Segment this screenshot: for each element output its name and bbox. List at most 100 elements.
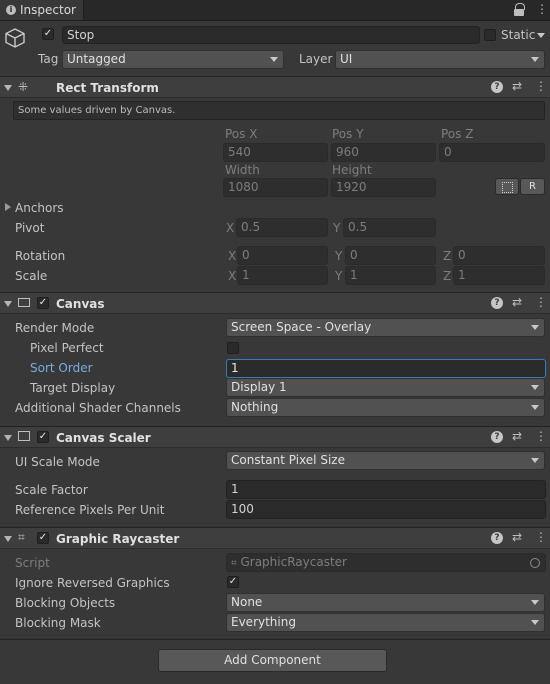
- blocking-mask-value: Everything: [231, 615, 296, 629]
- rot-x-field[interactable]: 0: [237, 246, 328, 265]
- sort-order-field[interactable]: 1: [226, 359, 546, 378]
- pivot-y-field[interactable]: 0.5: [343, 218, 436, 237]
- foldout-arrow-icon[interactable]: [4, 536, 12, 542]
- scale-factor-field[interactable]: 1: [226, 480, 546, 499]
- dotted-square-icon: [501, 182, 513, 193]
- add-component-button[interactable]: Add Component: [158, 649, 387, 672]
- gameobject-icon: [4, 27, 26, 52]
- pivot-y-axis: Y: [333, 221, 341, 235]
- presets-icon[interactable]: ⇄: [512, 295, 522, 309]
- help-icon[interactable]: ?: [491, 431, 503, 443]
- tag-value: Untagged: [67, 52, 126, 66]
- height-label: Height: [332, 163, 372, 177]
- add-component-label: Add Component: [224, 653, 321, 667]
- canvas-header[interactable]: ✓ Canvas ? ⇄ ⋮: [0, 292, 550, 314]
- foldout-arrow-icon[interactable]: [4, 435, 12, 441]
- tab-bar: i Inspector ⋮: [0, 0, 550, 21]
- chevron-down-icon: [531, 458, 539, 463]
- pos-x-field[interactable]: 540: [223, 143, 328, 162]
- blueprint-mode-button[interactable]: [495, 178, 519, 195]
- raw-edit-label: R: [529, 181, 536, 192]
- pixel-perfect-label: Pixel Perfect: [30, 341, 104, 355]
- driven-info-box: Some values driven by Canvas.: [13, 101, 545, 120]
- target-display-dropdown[interactable]: Display 1: [226, 378, 545, 397]
- blocking-objects-value: None: [231, 595, 263, 609]
- rot-z-field[interactable]: 0: [453, 246, 545, 265]
- object-name-field[interactable]: Stop: [62, 26, 480, 44]
- rot-x-axis: X: [228, 249, 237, 263]
- static-label[interactable]: Static: [501, 27, 535, 43]
- static-dropdown-caret[interactable]: [537, 33, 545, 38]
- ignore-reversed-checkbox[interactable]: ✓: [227, 576, 239, 588]
- scale-y-axis: Y: [335, 269, 343, 283]
- rot-y-field[interactable]: 0: [345, 246, 436, 265]
- blocking-mask-label: Blocking Mask: [15, 616, 101, 630]
- graphic-raycaster-title: Graphic Raycaster: [56, 532, 180, 546]
- static-checkbox[interactable]: [484, 29, 496, 41]
- render-mode-value: Screen Space - Overlay: [231, 320, 372, 334]
- canvas-scaler-header[interactable]: ✓ Canvas Scaler ? ⇄ ⋮: [0, 426, 550, 448]
- height-field[interactable]: 1920: [331, 178, 436, 197]
- graphic-raycaster-header[interactable]: ⌗ ✓ Graphic Raycaster ? ⇄ ⋮: [0, 527, 550, 549]
- anchors-foldout-icon[interactable]: [5, 203, 11, 211]
- object-picker-icon[interactable]: [530, 558, 540, 568]
- kebab-menu-icon[interactable]: ⋮: [536, 2, 548, 16]
- render-mode-label: Render Mode: [15, 321, 95, 335]
- presets-icon[interactable]: ⇄: [512, 429, 522, 443]
- pivot-x-field[interactable]: 0.5: [236, 218, 328, 237]
- shader-channels-label: Additional Shader Channels: [15, 401, 181, 415]
- ui-scale-mode-dropdown[interactable]: Constant Pixel Size: [226, 451, 545, 470]
- presets-icon[interactable]: ⇄: [512, 79, 522, 93]
- canvas-enabled-checkbox[interactable]: ✓: [37, 297, 49, 309]
- chevron-down-icon: [531, 385, 539, 390]
- pos-x-label: Pos X: [225, 127, 258, 141]
- canvas-scaler-enabled-checkbox[interactable]: ✓: [37, 431, 49, 443]
- render-mode-dropdown[interactable]: Screen Space - Overlay: [226, 318, 545, 337]
- canvas-scaler-title: Canvas Scaler: [56, 431, 151, 445]
- kebab-menu-icon[interactable]: ⋮: [535, 295, 547, 309]
- ignore-reversed-label: Ignore Reversed Graphics: [15, 576, 170, 590]
- presets-icon[interactable]: ⇄: [512, 530, 522, 544]
- raw-edit-button[interactable]: R: [520, 178, 545, 195]
- blocking-mask-dropdown[interactable]: Everything: [226, 613, 545, 632]
- foldout-arrow-icon[interactable]: [4, 85, 12, 91]
- kebab-menu-icon[interactable]: ⋮: [535, 79, 547, 93]
- shader-channels-dropdown[interactable]: Nothing: [226, 398, 545, 417]
- ref-ppu-field[interactable]: 100: [226, 500, 546, 519]
- active-checkbox[interactable]: ✓: [42, 28, 54, 40]
- foldout-arrow-icon[interactable]: [4, 301, 12, 307]
- kebab-menu-icon[interactable]: ⋮: [535, 429, 547, 443]
- scale-factor-label: Scale Factor: [15, 483, 88, 497]
- lock-body-icon: [514, 9, 524, 16]
- script-label: Script: [15, 556, 50, 570]
- help-icon[interactable]: ?: [491, 81, 503, 93]
- target-display-label: Target Display: [30, 381, 116, 395]
- scale-x-field[interactable]: 1: [237, 266, 328, 285]
- raycaster-icon: ⌗: [18, 530, 25, 544]
- rect-transform-header[interactable]: ⁜ Rect Transform ? ⇄ ⋮: [0, 76, 550, 98]
- anchors-label[interactable]: Anchors: [15, 200, 64, 216]
- canvas-icon: [18, 298, 30, 307]
- divider: [0, 639, 550, 640]
- raycaster-enabled-checkbox[interactable]: ✓: [37, 532, 49, 544]
- kebab-menu-icon[interactable]: ⋮: [535, 530, 547, 544]
- tab-inspector[interactable]: i Inspector: [0, 0, 84, 20]
- script-icon: ⌗: [231, 558, 237, 569]
- tag-dropdown[interactable]: Untagged: [62, 50, 284, 69]
- layer-dropdown[interactable]: UI: [335, 50, 545, 69]
- help-icon[interactable]: ?: [491, 297, 503, 309]
- help-icon[interactable]: ?: [491, 532, 503, 544]
- width-field[interactable]: 1080: [223, 178, 328, 197]
- pixel-perfect-checkbox[interactable]: [227, 342, 239, 354]
- blocking-objects-dropdown[interactable]: None: [226, 593, 545, 612]
- layer-label: Layer: [299, 52, 333, 66]
- rect-transform-title: Rect Transform: [56, 81, 159, 95]
- pos-y-field[interactable]: 960: [331, 143, 436, 162]
- scale-y-field[interactable]: 1: [345, 266, 436, 285]
- chevron-down-icon: [531, 620, 539, 625]
- scale-label: Scale: [15, 269, 48, 283]
- pos-z-field[interactable]: 0: [439, 143, 545, 162]
- scale-z-field[interactable]: 1: [453, 266, 545, 285]
- layer-value: UI: [340, 52, 353, 66]
- script-field[interactable]: ⌗ GraphicRaycaster: [226, 553, 546, 572]
